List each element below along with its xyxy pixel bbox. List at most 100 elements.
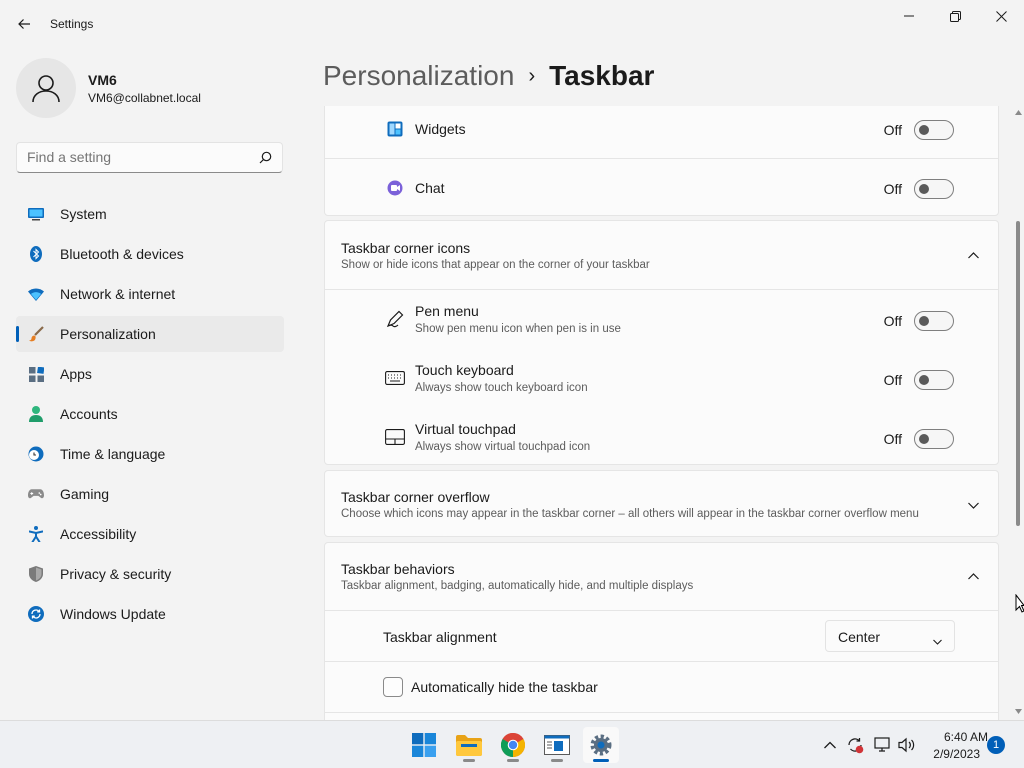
sidebar-item-label: Apps — [60, 366, 92, 382]
clock-globe-icon — [28, 446, 44, 462]
arrow-left-icon — [18, 19, 30, 29]
sidebar-item-label: System — [60, 206, 107, 222]
divider — [325, 712, 998, 713]
network-icon[interactable] — [872, 735, 892, 755]
chevron-down-icon[interactable] — [966, 498, 980, 512]
pen-menu-toggle[interactable] — [914, 311, 954, 331]
scroll-up-arrow-icon[interactable] — [1015, 110, 1022, 115]
sidebar-item-network[interactable]: Network & internet — [16, 276, 284, 312]
chevron-down-icon — [933, 632, 942, 650]
minimize-button[interactable] — [886, 0, 932, 32]
corner-overflow-title: Taskbar corner overflow — [341, 489, 490, 505]
user-name: VM6 — [88, 72, 117, 88]
user-email: VM6@collabnet.local — [88, 91, 201, 105]
app-window-icon — [544, 735, 570, 755]
accessibility-icon — [28, 526, 44, 542]
taskbar-app-window[interactable] — [539, 727, 575, 763]
autohide-row: Automatically hide the taskbar — [325, 662, 998, 712]
clock-time[interactable]: 6:40 AM — [924, 730, 988, 744]
scrollbar-thumb[interactable] — [1016, 221, 1020, 526]
sidebar-item-accessibility[interactable]: Accessibility — [16, 516, 284, 552]
sidebar-item-windows-update[interactable]: Windows Update — [16, 596, 284, 632]
autohide-checkbox[interactable] — [383, 677, 403, 697]
page-title: Taskbar — [549, 60, 655, 91]
search-input[interactable] — [27, 149, 247, 165]
sidebar-item-apps[interactable]: Apps — [16, 356, 284, 392]
sidebar-item-gaming[interactable]: Gaming — [16, 476, 284, 512]
sync-error-icon[interactable] — [845, 735, 865, 755]
sidebar-item-privacy[interactable]: Privacy & security — [16, 556, 284, 592]
pen-icon — [385, 309, 405, 329]
toggle-knob — [919, 434, 929, 444]
accounts-icon — [28, 406, 44, 422]
alignment-dropdown[interactable]: Center — [825, 620, 955, 652]
clock-date[interactable]: 2/9/2023 — [924, 747, 980, 761]
sidebar-item-label: Accounts — [60, 406, 118, 422]
touch-keyboard-description: Always show touch keyboard icon — [415, 382, 588, 394]
touch-keyboard-state: Off — [883, 372, 902, 388]
chat-state: Off — [883, 181, 902, 197]
touchpad-icon — [385, 427, 405, 447]
search-box[interactable] — [16, 142, 283, 173]
scrollbar[interactable] — [1012, 106, 1024, 720]
touch-keyboard-toggle[interactable] — [914, 370, 954, 390]
pen-menu-label: Pen menu — [415, 303, 479, 319]
sidebar-item-time-language[interactable]: Time & language — [16, 436, 284, 472]
autohide-label[interactable]: Automatically hide the taskbar — [411, 679, 598, 695]
search-icon[interactable] — [259, 151, 272, 169]
brush-icon — [28, 326, 44, 342]
back-button[interactable] — [10, 10, 38, 38]
taskbar-chrome[interactable] — [495, 727, 531, 763]
close-button[interactable] — [978, 0, 1024, 32]
breadcrumb-parent[interactable]: Personalization — [323, 60, 514, 92]
sidebar-item-label: Windows Update — [60, 606, 166, 622]
chevron-up-icon[interactable] — [966, 248, 980, 262]
minimize-icon — [904, 15, 914, 17]
corner-icons-header[interactable]: Taskbar corner icons Show or hide icons … — [325, 221, 998, 289]
virtual-touchpad-toggle[interactable] — [914, 429, 954, 449]
sidebar-item-label: Gaming — [60, 486, 110, 502]
widgets-label: Widgets — [415, 121, 466, 137]
notification-badge[interactable]: 1 — [987, 736, 1005, 754]
chat-icon — [385, 178, 405, 198]
apps-icon — [28, 366, 44, 382]
sidebar-item-label: Network & internet — [60, 286, 176, 302]
scroll-down-arrow-icon[interactable] — [1015, 709, 1022, 714]
widgets-row: Widgets Off — [325, 106, 998, 158]
start-button[interactable] — [406, 727, 442, 763]
sidebar-item-label: Privacy & security — [60, 566, 172, 582]
breadcrumb-separator: › — [528, 64, 536, 87]
shield-icon — [28, 566, 44, 582]
widgets-toggle[interactable] — [914, 120, 954, 140]
behaviors-subtitle: Taskbar alignment, badging, automaticall… — [341, 580, 694, 592]
virtual-touchpad-state: Off — [883, 431, 902, 447]
sidebar-nav: System Bluetooth & devices Network & int… — [16, 196, 284, 636]
chat-label: Chat — [415, 180, 445, 196]
volume-icon[interactable] — [897, 735, 917, 755]
taskbar-file-explorer[interactable] — [451, 727, 487, 763]
chat-toggle[interactable] — [914, 179, 954, 199]
taskbar-items-card: Widgets Off Chat Off — [324, 106, 999, 216]
sidebar-item-personalization[interactable]: Personalization — [16, 316, 284, 352]
taskbar-settings[interactable] — [583, 727, 619, 763]
chevron-up-icon[interactable] — [820, 735, 840, 755]
keyboard-icon — [385, 368, 405, 388]
chevron-up-icon[interactable] — [966, 569, 980, 583]
toggle-knob — [919, 375, 929, 385]
sidebar-item-bluetooth[interactable]: Bluetooth & devices — [16, 236, 284, 272]
sidebar-item-system[interactable]: System — [16, 196, 284, 232]
mouse-cursor-icon — [1015, 594, 1024, 613]
corner-overflow-card[interactable]: Taskbar corner overflow Choose which ico… — [324, 470, 999, 537]
user-profile[interactable]: VM6 VM6@collabnet.local — [16, 58, 296, 118]
virtual-touchpad-label: Virtual touchpad — [415, 421, 516, 437]
sidebar-item-accounts[interactable]: Accounts — [16, 396, 284, 432]
title-bar: Settings — [0, 0, 1024, 48]
settings-content: Widgets Off Chat Off Taskbar corner icon… — [324, 106, 1000, 720]
app-title: Settings — [50, 17, 94, 31]
breadcrumb: Personalization › Taskbar — [323, 58, 654, 94]
windows-logo-icon — [412, 733, 436, 757]
behaviors-header[interactable]: Taskbar behaviors Taskbar alignment, bad… — [325, 543, 998, 610]
maximize-button[interactable] — [932, 0, 978, 32]
widgets-icon — [385, 119, 405, 139]
gear-icon — [590, 734, 612, 756]
